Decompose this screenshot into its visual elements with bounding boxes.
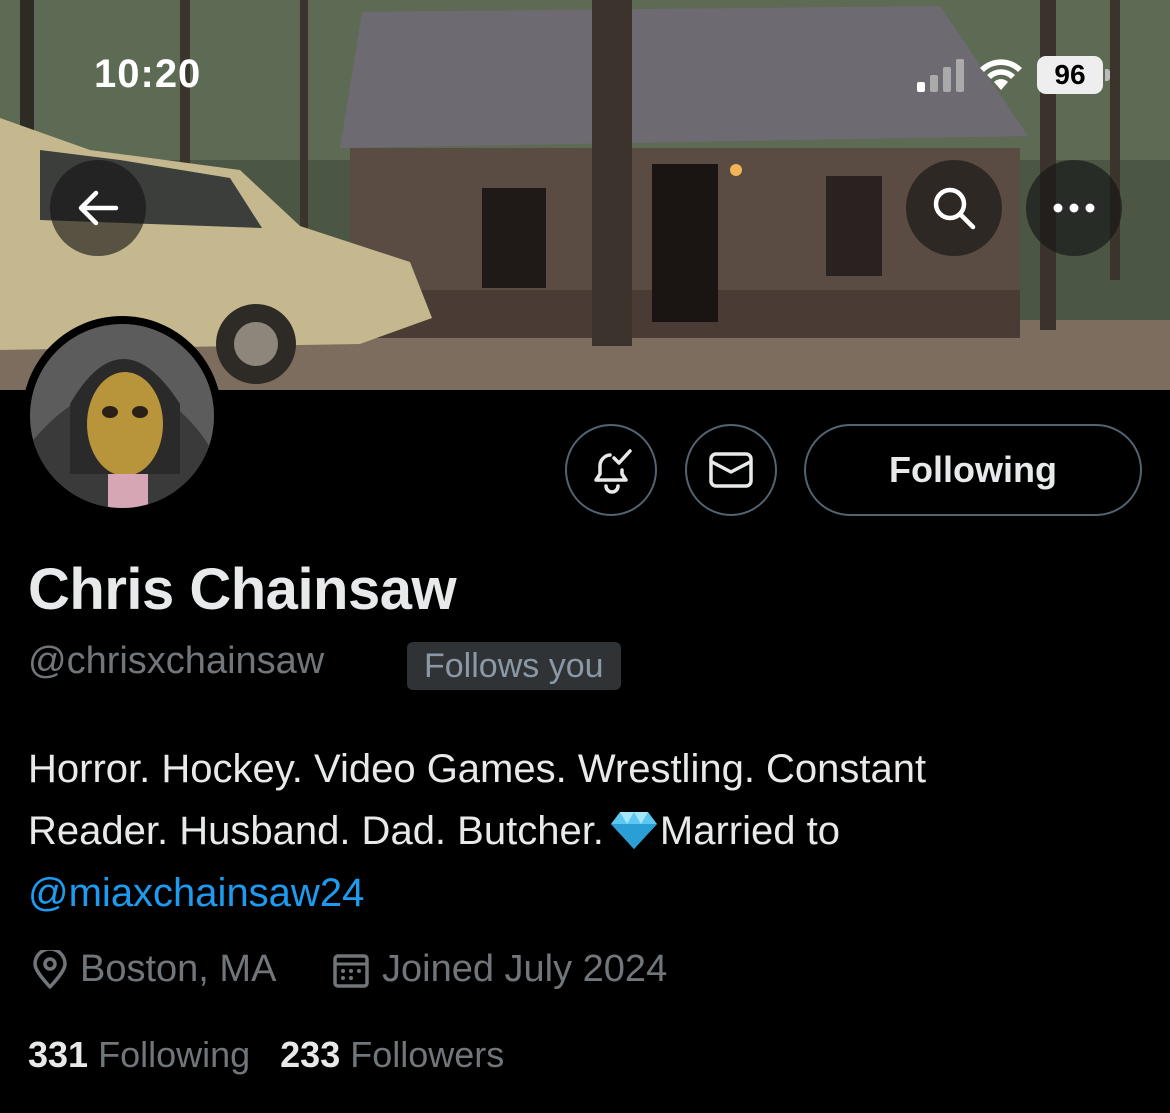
bio-text: Reader. Husband. Dad. Butcher. (28, 809, 604, 853)
bio-line: Horror. Hockey. Video Games. Wrestling. … (28, 747, 927, 791)
display-name: Chris Chainsaw (28, 557, 457, 622)
followers-count-label: Followers (350, 1034, 505, 1075)
avatar-mask-picture (30, 324, 214, 508)
avatar-image (30, 324, 214, 508)
battery-icon: 96 (1037, 56, 1110, 94)
followers-count-link[interactable]: 233 Followers (280, 1034, 504, 1076)
profile-bio: Horror. Hockey. Video Games. Wrestling. … (28, 738, 1138, 924)
envelope-icon (709, 452, 753, 488)
back-button[interactable] (50, 160, 146, 256)
location-pin-icon (33, 949, 67, 989)
location-text: Boston, MA (80, 948, 277, 990)
message-button[interactable] (685, 424, 777, 516)
following-count-label: Following (98, 1034, 251, 1075)
join-date-text: Joined July 2024 (382, 948, 668, 990)
user-handle: @chrisxchainsaw (28, 640, 325, 682)
more-horizontal-icon (1053, 203, 1095, 213)
wifi-icon (980, 59, 1022, 90)
location: Boston, MA (32, 948, 276, 991)
following-count: 331 (28, 1034, 89, 1075)
battery-level: 96 (1037, 56, 1103, 94)
more-options-button[interactable] (1026, 160, 1122, 256)
followers-count: 233 (280, 1034, 341, 1075)
notifications-button[interactable] (565, 424, 657, 516)
bio-text: Married to (659, 809, 840, 853)
mention-link[interactable]: @miaxchainsaw24 (28, 871, 364, 915)
signal-icon (917, 59, 964, 92)
avatar[interactable] (22, 316, 222, 516)
join-date: Joined July 2024 (332, 948, 667, 991)
status-time: 10:20 (94, 52, 202, 96)
follows-you-badge: Follows you (407, 642, 621, 690)
following-count-link[interactable]: 331 Following (28, 1034, 250, 1076)
following-button[interactable]: Following (804, 424, 1142, 516)
search-icon (933, 187, 976, 230)
gem-emoji-icon (610, 812, 657, 849)
arrow-left-icon (78, 190, 119, 226)
follow-counts: 331 Following 233 Followers (28, 1034, 534, 1076)
status-indicators: 96 (917, 56, 1110, 94)
calendar-icon (333, 953, 369, 988)
bell-check-icon (594, 449, 632, 494)
search-button[interactable] (906, 160, 1002, 256)
bio-line: Reader. Husband. Dad. Butcher. Married to (28, 800, 1138, 862)
